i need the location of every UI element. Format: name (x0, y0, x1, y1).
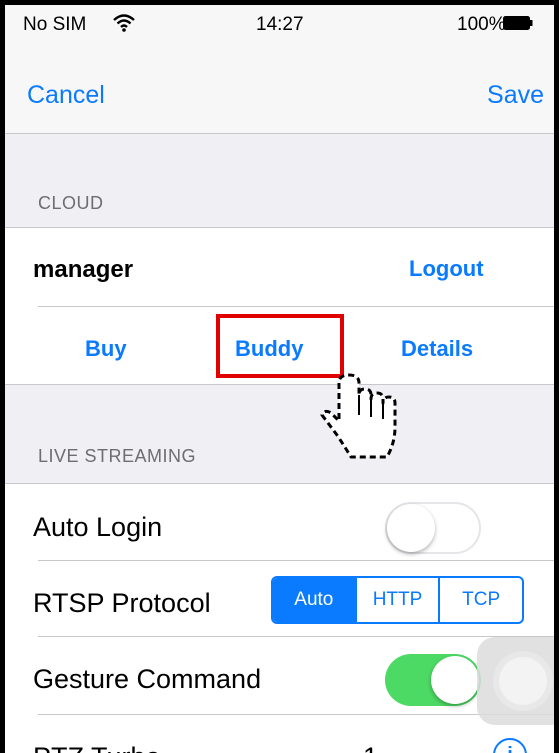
carrier-label: No SIM (23, 14, 87, 35)
screen-frame: No SIM 14:27 100% Cancel Save CLOUD mana… (0, 0, 559, 753)
username-label: manager (33, 256, 134, 283)
cell-separator (38, 714, 554, 715)
status-time: 14:27 (256, 14, 304, 35)
assistive-touch-button[interactable] (477, 637, 554, 725)
buddy-button[interactable]: Buddy (235, 336, 303, 362)
gesture-command-toggle[interactable] (385, 654, 481, 706)
cloud-section-header: CLOUD (38, 193, 104, 213)
cell-separator (38, 560, 554, 561)
rtsp-protocol-segmented-control: Auto HTTP TCP (271, 576, 524, 624)
cancel-button[interactable]: Cancel (27, 81, 105, 110)
assistive-touch-icon (499, 657, 547, 705)
navigation-bar: Cancel Save (5, 45, 554, 134)
details-button[interactable]: Details (401, 336, 473, 362)
battery-icon (503, 16, 533, 30)
battery-percent: 100% (457, 14, 506, 35)
cell-separator (38, 306, 554, 307)
status-bar: No SIM 14:27 100% (5, 5, 554, 45)
toggle-knob (431, 656, 479, 704)
toggle-knob (387, 504, 435, 552)
wifi-icon (113, 14, 135, 32)
cloud-group: manager Logout Buy Buddy Details (5, 227, 554, 385)
rtsp-option-auto[interactable]: Auto (273, 578, 355, 622)
live-streaming-group: Auto Login RTSP Protocol Auto HTTP TCP G… (5, 483, 554, 753)
rtsp-protocol-label: RTSP Protocol (33, 588, 211, 618)
save-button[interactable]: Save (487, 81, 544, 110)
logout-button[interactable]: Logout (409, 256, 484, 282)
live-streaming-section-header: LIVE STREAMING (38, 446, 197, 466)
rtsp-option-http[interactable]: HTTP (354, 578, 439, 622)
info-icon[interactable]: i (493, 738, 527, 753)
gesture-command-label: Gesture Command (33, 664, 262, 694)
ptz-turbo-label: PTZ Turbo (33, 742, 161, 753)
cell-separator (38, 636, 554, 637)
rtsp-option-tcp[interactable]: TCP (438, 578, 522, 622)
ptz-turbo-value: 1 (363, 742, 378, 753)
buy-button[interactable]: Buy (85, 336, 127, 362)
auto-login-toggle[interactable] (385, 502, 481, 554)
auto-login-label: Auto Login (33, 512, 163, 542)
